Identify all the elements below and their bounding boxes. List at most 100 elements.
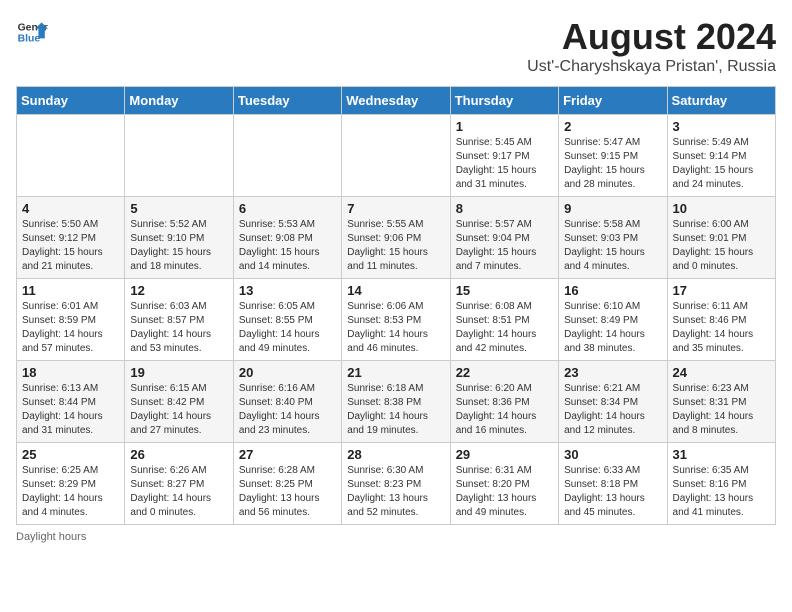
calendar-cell [233, 115, 341, 197]
calendar-cell: 27 Sunrise: 6:28 AMSunset: 8:25 PMDayligh… [233, 443, 341, 525]
day-number: 6 [239, 201, 336, 216]
day-number: 26 [130, 447, 227, 462]
calendar-cell: 3Sunrise: 5:49 AMSunset: 9:14 PMDaylight… [667, 115, 775, 197]
svg-text:Blue: Blue [18, 34, 41, 45]
main-title: August 2024 [527, 16, 776, 58]
day-number: 19 [130, 365, 227, 380]
calendar-cell: 20 Sunrise: 6:16 AMSunset: 8:40 PMDayligh… [233, 361, 341, 443]
day-number: 25 [22, 447, 119, 462]
day-number: 18 [22, 365, 119, 380]
day-info: Sunrise: 6:31 AMSunset: 8:20 PMDaylight:… [456, 464, 553, 520]
calendar-col-header: Friday [559, 87, 667, 115]
day-info: Sunrise: 6:33 AMSunset: 8:18 PMDaylight:… [564, 464, 661, 520]
day-number: 23 [564, 365, 661, 380]
calendar-header-row: SundayMondayTuesdayWednesdayThursdayFrid… [17, 87, 776, 115]
calendar-week-row: 25Sunrise: 6:25 AMSunset: 8:29 PMDayligh… [17, 443, 776, 525]
calendar-cell: 13Sunrise: 6:05 AMSunset: 8:55 PMDayligh… [233, 279, 341, 361]
day-number: 4 [22, 201, 119, 216]
day-number: 17 [673, 283, 770, 298]
day-info: Sunrise: 5:45 AMSunset: 9:17 PMDaylight:… [456, 136, 553, 192]
day-number: 16 [564, 283, 661, 298]
day-info: Sunrise: 5:57 AMSunset: 9:04 PMDaylight:… [456, 218, 553, 274]
calendar-cell: 1 Sunrise: 5:45 AMSunset: 9:17 PMDaylight… [450, 115, 558, 197]
calendar-col-header: Thursday [450, 87, 558, 115]
day-info: Sunrise: 6:20 AMSunset: 8:36 PMDaylight:… [456, 382, 553, 438]
day-number: 9 [564, 201, 661, 216]
calendar-cell: 10 Sunrise: 6:00 AMSunset: 9:01 PMDayligh… [667, 197, 775, 279]
day-number: 28 [347, 447, 444, 462]
day-info: Sunrise: 5:50 AMSunset: 9:12 PMDaylight:… [22, 218, 119, 274]
day-info: Sunrise: 6:06 AMSunset: 8:53 PMDaylight:… [347, 300, 444, 356]
day-info: Sunrise: 5:47 AMSunset: 9:15 PMDaylight:… [564, 136, 661, 192]
day-info: Sunrise: 6:13 AMSunset: 8:44 PMDaylight:… [22, 382, 119, 438]
day-info: Sunrise: 6:00 AMSunset: 9:01 PMDaylight:… [673, 218, 770, 274]
calendar-cell [17, 115, 125, 197]
calendar-cell: 7 Sunrise: 5:55 AMSunset: 9:06 PMDaylight… [342, 197, 450, 279]
day-number: 22 [456, 365, 553, 380]
day-info: Sunrise: 5:52 AMSunset: 9:10 PMDaylight:… [130, 218, 227, 274]
calendar-cell: 26 Sunrise: 6:26 AMSunset: 8:27 PMDayligh… [125, 443, 233, 525]
day-info: Sunrise: 6:28 AMSunset: 8:25 PMDaylight:… [239, 464, 336, 520]
calendar-cell: 11Sunrise: 6:01 AMSunset: 8:59 PMDayligh… [17, 279, 125, 361]
day-info: Sunrise: 6:08 AMSunset: 8:51 PMDaylight:… [456, 300, 553, 356]
day-info: Sunrise: 6:16 AMSunset: 8:40 PMDaylight:… [239, 382, 336, 438]
day-number: 3 [673, 119, 770, 134]
day-info: Sunrise: 5:53 AMSunset: 9:08 PMDaylight:… [239, 218, 336, 274]
calendar-cell [125, 115, 233, 197]
calendar-col-header: Monday [125, 87, 233, 115]
day-info: Sunrise: 6:30 AMSunset: 8:23 PMDaylight:… [347, 464, 444, 520]
day-info: Sunrise: 6:26 AMSunset: 8:27 PMDaylight:… [130, 464, 227, 520]
calendar-cell: 25Sunrise: 6:25 AMSunset: 8:29 PMDayligh… [17, 443, 125, 525]
day-number: 11 [22, 283, 119, 298]
day-info: Sunrise: 6:15 AMSunset: 8:42 PMDaylight:… [130, 382, 227, 438]
calendar-col-header: Wednesday [342, 87, 450, 115]
day-number: 27 [239, 447, 336, 462]
day-info: Sunrise: 5:58 AMSunset: 9:03 PMDaylight:… [564, 218, 661, 274]
calendar-cell: 8 Sunrise: 5:57 AMSunset: 9:04 PMDaylight… [450, 197, 558, 279]
day-number: 31 [673, 447, 770, 462]
day-number: 20 [239, 365, 336, 380]
calendar-cell: 16 Sunrise: 6:10 AMSunset: 8:49 PMDayligh… [559, 279, 667, 361]
page-header: General Blue August 2024 Ust'-Charyshska… [16, 16, 776, 76]
calendar-cell: 21 Sunrise: 6:18 AMSunset: 8:38 PMDayligh… [342, 361, 450, 443]
day-info: Sunrise: 6:05 AMSunset: 8:55 PMDaylight:… [239, 300, 336, 356]
calendar-cell: 29Sunrise: 6:31 AMSunset: 8:20 PMDayligh… [450, 443, 558, 525]
calendar-cell: 19 Sunrise: 6:15 AMSunset: 8:42 PMDayligh… [125, 361, 233, 443]
footer-note: Daylight hours [16, 531, 776, 543]
day-number: 24 [673, 365, 770, 380]
calendar-cell: 2Sunrise: 5:47 AMSunset: 9:15 PMDaylight… [559, 115, 667, 197]
calendar-cell: 12 Sunrise: 6:03 AMSunset: 8:57 PMDayligh… [125, 279, 233, 361]
day-number: 12 [130, 283, 227, 298]
calendar-cell: 4 Sunrise: 5:50 AMSunset: 9:12 PMDaylight… [17, 197, 125, 279]
day-info: Sunrise: 6:10 AMSunset: 8:49 PMDaylight:… [564, 300, 661, 356]
calendar-col-header: Tuesday [233, 87, 341, 115]
day-number: 7 [347, 201, 444, 216]
calendar-table: SundayMondayTuesdayWednesdayThursdayFrid… [16, 86, 776, 525]
day-info: Sunrise: 6:35 AMSunset: 8:16 PMDaylight:… [673, 464, 770, 520]
day-number: 10 [673, 201, 770, 216]
calendar-cell: 31 Sunrise: 6:35 AMSunset: 8:16 PMDayligh… [667, 443, 775, 525]
calendar-cell: 18 Sunrise: 6:13 AMSunset: 8:44 PMDayligh… [17, 361, 125, 443]
day-number: 21 [347, 365, 444, 380]
calendar-week-row: 4 Sunrise: 5:50 AMSunset: 9:12 PMDaylight… [17, 197, 776, 279]
calendar-col-header: Saturday [667, 87, 775, 115]
logo-icon: General Blue [16, 16, 48, 48]
calendar-cell: 22 Sunrise: 6:20 AMSunset: 8:36 PMDayligh… [450, 361, 558, 443]
calendar-week-row: 1 Sunrise: 5:45 AMSunset: 9:17 PMDaylight… [17, 115, 776, 197]
subtitle: Ust'-Charyshskaya Pristan', Russia [527, 58, 776, 76]
calendar-cell: 30Sunrise: 6:33 AMSunset: 8:18 PMDayligh… [559, 443, 667, 525]
day-info: Sunrise: 6:03 AMSunset: 8:57 PMDaylight:… [130, 300, 227, 356]
calendar-cell: 15Sunrise: 6:08 AMSunset: 8:51 PMDayligh… [450, 279, 558, 361]
day-info: Sunrise: 6:21 AMSunset: 8:34 PMDaylight:… [564, 382, 661, 438]
day-info: Sunrise: 5:55 AMSunset: 9:06 PMDaylight:… [347, 218, 444, 274]
day-number: 14 [347, 283, 444, 298]
day-info: Sunrise: 6:23 AMSunset: 8:31 PMDaylight:… [673, 382, 770, 438]
calendar-col-header: Sunday [17, 87, 125, 115]
calendar-cell [342, 115, 450, 197]
calendar-cell: 28 Sunrise: 6:30 AMSunset: 8:23 PMDayligh… [342, 443, 450, 525]
day-number: 8 [456, 201, 553, 216]
day-info: Sunrise: 6:18 AMSunset: 8:38 PMDaylight:… [347, 382, 444, 438]
calendar-cell: 14 Sunrise: 6:06 AMSunset: 8:53 PMDayligh… [342, 279, 450, 361]
day-number: 1 [456, 119, 553, 134]
calendar-week-row: 11Sunrise: 6:01 AMSunset: 8:59 PMDayligh… [17, 279, 776, 361]
